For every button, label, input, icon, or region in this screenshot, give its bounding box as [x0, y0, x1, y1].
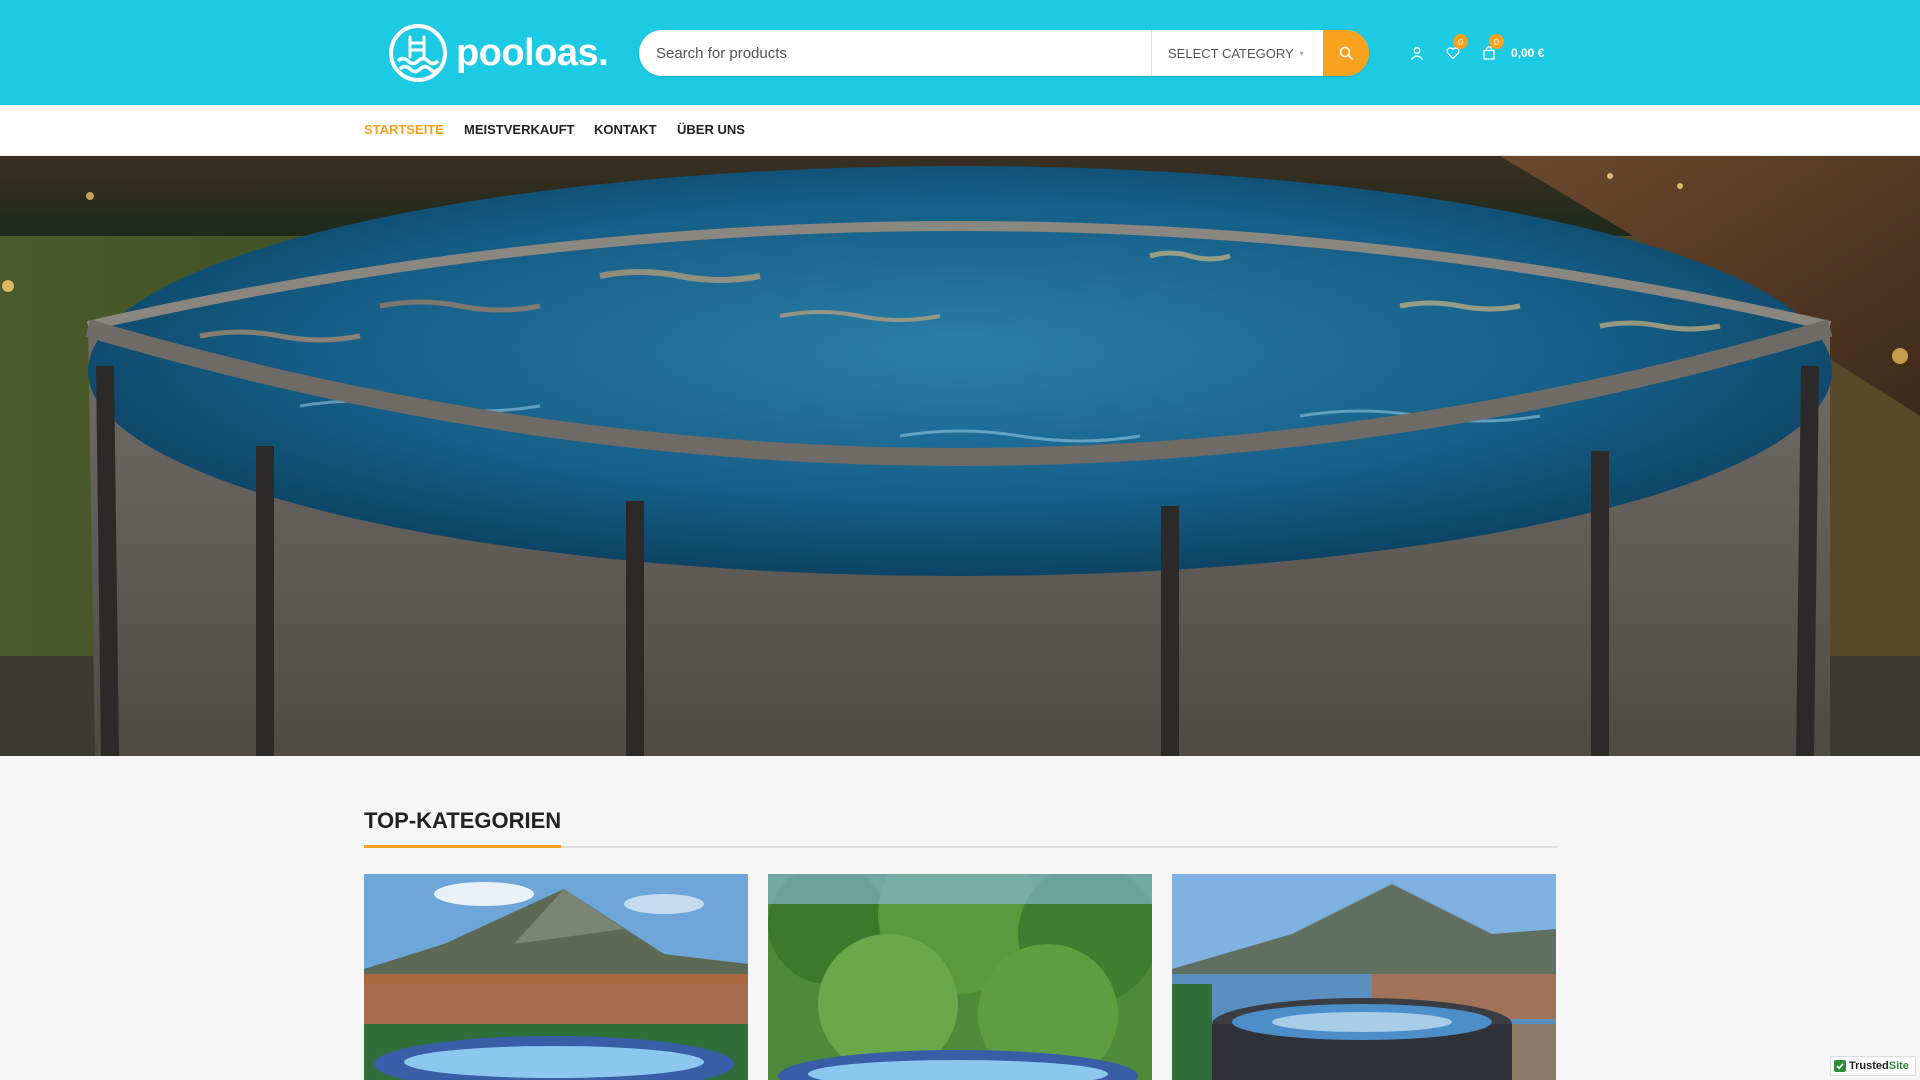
trusted-label-site: Site [1888, 1060, 1909, 1072]
nav-item-ueber-uns[interactable]: ÜBER UNS [677, 122, 745, 137]
trusted-site-badge[interactable]: TrustedSite [1830, 1056, 1916, 1076]
brand-name: pooloas. [456, 31, 609, 74]
search-input[interactable] [639, 30, 1151, 76]
pool-logo-icon [389, 24, 447, 82]
user-icon [1410, 47, 1424, 60]
nav-item-startseite[interactable]: STARTSEITE [364, 122, 444, 137]
site-header: pooloas. SELECT CATEGORY ▾ 0 [0, 0, 1920, 105]
nav-item-meistverkauft[interactable]: MEISTVERKAUFT [464, 122, 575, 137]
section-title: TOP-KATEGORIEN [364, 808, 562, 833]
account-button[interactable] [1405, 41, 1429, 65]
checkmark-icon [1834, 1060, 1846, 1072]
category-select[interactable]: SELECT CATEGORY ▾ [1151, 30, 1323, 76]
cart-total[interactable]: 0,00 € [1511, 46, 1544, 60]
logo[interactable]: pooloas. [388, 22, 609, 84]
wishlist-count-badge: 0 [1453, 34, 1468, 49]
wishlist-button[interactable]: 0 [1441, 34, 1468, 65]
category-image [364, 874, 748, 1080]
category-select-label: SELECT CATEGORY [1168, 45, 1294, 61]
search-bar: SELECT CATEGORY ▾ [639, 30, 1369, 76]
search-button[interactable] [1323, 30, 1369, 76]
trusted-label: Trusted [1849, 1060, 1889, 1072]
main-navigation: STARTSEITE MEISTVERKAUFT KONTAKT ÜBER UN… [0, 105, 1920, 156]
section-divider-accent [364, 845, 561, 848]
nav-item-kontakt[interactable]: KONTAKT [594, 122, 657, 137]
category-image [1172, 874, 1556, 1080]
category-card[interactable] [768, 874, 1152, 1080]
chevron-down-icon: ▾ [1299, 48, 1304, 58]
pool-hero-image [0, 156, 1920, 756]
category-card[interactable] [364, 874, 748, 1080]
search-icon [1339, 46, 1353, 60]
category-image [768, 874, 1152, 1080]
cart-count-badge: 0 [1489, 34, 1504, 49]
header-actions: 0 0 0,00 € [1405, 34, 1544, 72]
cart-button[interactable]: 0 [1477, 34, 1504, 65]
hero-banner[interactable] [0, 156, 1920, 756]
category-card[interactable] [1172, 874, 1556, 1080]
